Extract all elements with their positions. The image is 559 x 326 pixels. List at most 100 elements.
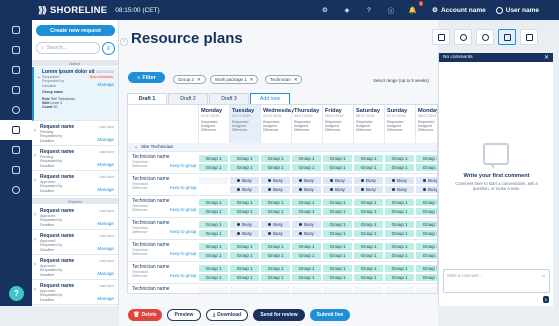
nav-dashboard[interactable] [0,20,32,40]
filter-chip[interactable]: Work package 1 ✕ [210,75,259,84]
schedule-cell[interactable]: Group 1 [385,199,414,206]
schedule-cell[interactable]: Group 1 [385,252,414,259]
tab-draft-1[interactable]: Draft 1 [127,93,167,104]
schedule-cell[interactable]: Group 1 [416,155,437,162]
schedule-cell[interactable]: Busy [354,177,383,184]
schedule-cell[interactable]: Group 1 [416,221,437,228]
manage-link[interactable]: Manage [97,271,114,276]
schedule-cell[interactable] [199,177,228,184]
chevron-right-icon[interactable]: › [34,153,36,159]
chevron-right-icon[interactable]: › [34,262,36,268]
schedule-cell[interactable]: Group 1 [292,208,321,215]
keep-to-group-link[interactable]: Keep to group [170,273,196,278]
schedule-cell[interactable]: Group 1 [261,274,290,281]
calendar-button[interactable] [520,29,538,45]
schedule-cell[interactable]: Group 1 [323,265,352,272]
schedule-cell[interactable]: Group 1 [230,164,259,171]
submit-live-button[interactable]: Submit live [310,309,350,321]
schedule-cell[interactable]: Group 1 [230,199,259,206]
schedule-cell[interactable]: Group 1 [323,199,352,206]
filter-chip[interactable]: Group 2 ✕ [173,75,206,84]
request-card-selected[interactable]: ⌄ Lorem ipsum dolor sit 02/03/2019 New c… [32,67,118,121]
schedule-cell[interactable]: Group 1 [354,208,383,215]
request-card[interactable]: › Request name Last hour Pending Requested b… [32,147,118,171]
send-for-review-button[interactable]: Send for review [253,309,305,321]
schedule-cell[interactable]: Group 1 [261,265,290,272]
schedule-cell[interactable]: Group 1 [416,164,437,171]
filter-chip[interactable]: Technician ✕ [265,75,303,84]
schedule-cell[interactable]: Busy [261,177,290,184]
keep-to-group-link[interactable]: Keep to group [170,229,196,234]
schedule-cell[interactable]: Group 1 [416,243,437,250]
schedule-cell[interactable]: Group 1 [230,155,259,162]
schedule-cell[interactable]: Busy [323,177,352,184]
brand-logo[interactable]: ⟫⟫ SHORELINE [38,5,107,16]
schedule-cell[interactable]: Group 1 [230,265,259,272]
keep-to-group-link[interactable]: Keep to group [170,163,196,168]
schedule-cell[interactable]: Busy [261,186,290,193]
keep-to-group-link[interactable]: Keep to group [170,207,196,212]
schedule-cell[interactable]: Group 1 [323,274,352,281]
schedule-cell[interactable]: Busy [230,230,259,237]
schedule-cell[interactable]: Group 1 [416,230,437,237]
schedule-cell[interactable]: Group 1 [261,252,290,259]
chevron-right-icon[interactable]: › [34,178,36,184]
schedule-cell[interactable]: Group 1 [292,265,321,272]
schedule-cell[interactable]: Busy [292,186,321,193]
schedule-cell[interactable]: Group 1 [385,274,414,281]
manage-link[interactable]: Manage [97,187,114,192]
group-button[interactable] [476,29,494,45]
tab-draft-3[interactable]: Draft 3 [209,93,249,104]
create-request-button[interactable]: Create new request [36,25,115,36]
schedule-cell[interactable]: Group 1 [261,208,290,215]
nav-compass[interactable] [0,100,32,120]
nav-resource-plans[interactable] [0,120,32,140]
schedule-cell[interactable]: Group 1 [416,252,437,259]
schedule-cell[interactable]: Group 1 [292,199,321,206]
schedule-cell[interactable] [385,287,414,293]
request-card[interactable]: › Request name Last hour Approved Requested … [32,256,118,280]
schedule-cell[interactable]: Busy [385,177,414,184]
schedule-cell[interactable]: Group 1 [199,221,228,228]
account-menu[interactable]: ⚙ Account name [429,4,486,16]
tab-draft-2[interactable]: Draft 2 [168,93,208,104]
nav-list[interactable] [0,80,32,100]
schedule-cell[interactable]: Group 1 [323,230,352,237]
manage-link[interactable]: Manage [97,162,114,167]
schedule-cell[interactable]: Group 1 [385,155,414,162]
request-card[interactable]: › Request name Last hour Approved Requested … [32,206,118,230]
close-icon[interactable]: ✕ [294,77,298,83]
schedule-cell[interactable]: Group 1 [261,199,290,206]
sort-button[interactable] [432,29,450,45]
help-icon[interactable]: ? [363,4,375,16]
filter-icon[interactable]: ≡ [102,42,115,55]
schedule-cell[interactable]: Group 1 [416,274,437,281]
schedule-cell[interactable]: Group 1 [199,243,228,250]
schedule-cell[interactable] [230,287,259,293]
schedule-cell[interactable]: Group 1 [354,155,383,162]
schedule-cell[interactable]: Group 1 [292,252,321,259]
schedule-cell[interactable] [292,287,321,293]
schedule-cell[interactable]: Busy [292,221,321,228]
collapse-panel-icon[interactable]: ‹ [120,38,128,46]
technician-name[interactable]: Technician name [132,286,170,292]
schedule-cell[interactable]: Busy [385,186,414,193]
schedule-cell[interactable]: Group 1 [199,164,228,171]
tab-add-new[interactable]: Add new [250,93,290,104]
schedule-cell[interactable]: Group 1 [385,208,414,215]
manage-link[interactable]: Manage [97,246,114,251]
schedule-cell[interactable]: Group 1 [230,243,259,250]
schedule-cell[interactable]: Group 1 [230,274,259,281]
chevron-right-icon[interactable]: › [34,287,36,293]
schedule-cell[interactable]: Busy [230,221,259,228]
request-card[interactable]: › Request name Last hour Approved Requested … [32,172,118,196]
schedule-cell[interactable] [199,287,228,293]
schedule-cell[interactable]: Group 1 [261,155,290,162]
schedule-cell[interactable]: Group 1 [199,265,228,272]
keep-to-group-link[interactable]: Keep to group [170,251,196,256]
schedule-cell[interactable]: Group 1 [199,155,228,162]
schedule-cell[interactable]: Group 1 [230,252,259,259]
sliders-icon[interactable]: ⚙ [319,4,331,16]
schedule-cell[interactable]: Busy [354,186,383,193]
nav-calendar[interactable] [0,40,32,60]
